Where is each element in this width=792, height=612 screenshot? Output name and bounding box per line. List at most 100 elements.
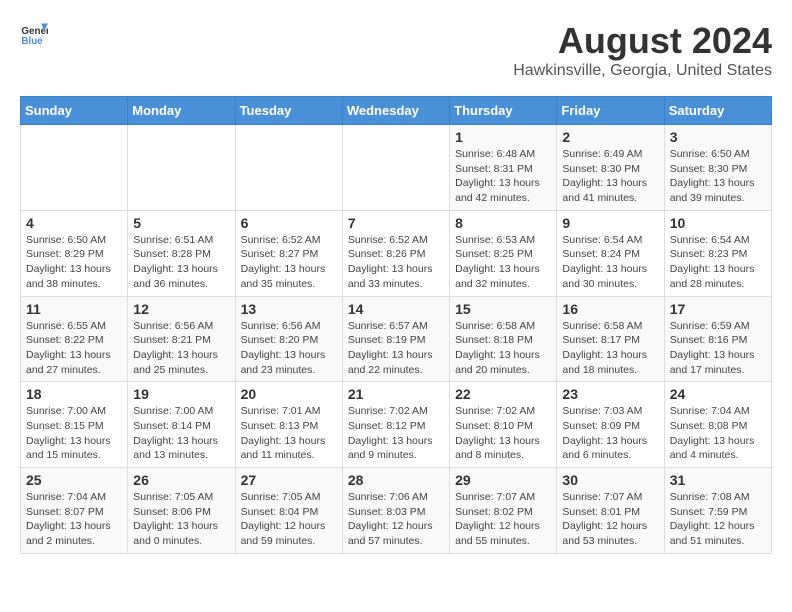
- cell-info: Sunrise: 7:03 AM Sunset: 8:09 PM Dayligh…: [562, 404, 658, 463]
- calendar-row-5: 25 Sunrise: 7:04 AM Sunset: 8:07 PM Dayli…: [21, 468, 772, 554]
- calendar-cell: 2Sunrise: 6:49 AM Sunset: 8:30 PM Daylig…: [557, 125, 664, 211]
- calendar-cell: 1 Sunrise: 6:48 AM Sunset: 8:31 PM Daylig…: [450, 125, 557, 211]
- page-header: General Blue August 2024 Hawkinsville, G…: [20, 20, 772, 80]
- title-area: August 2024 Hawkinsville, Georgia, Unite…: [513, 20, 772, 80]
- cell-date-number: 14: [348, 301, 444, 317]
- cell-date-number: 1: [455, 129, 551, 145]
- header-sunday: Sunday: [21, 97, 128, 125]
- cell-info: Sunrise: 7:05 AM Sunset: 8:06 PM Dayligh…: [133, 490, 229, 549]
- cell-date-number: 15: [455, 301, 551, 317]
- calendar-row-2: 4 Sunrise: 6:50 AM Sunset: 8:29 PM Daylig…: [21, 210, 772, 296]
- calendar-cell: 22 Sunrise: 7:02 AM Sunset: 8:10 PM Dayli…: [450, 382, 557, 468]
- calendar-cell: 3 Sunrise: 6:50 AM Sunset: 8:30 PM Daylig…: [664, 125, 771, 211]
- cell-date-number: 23: [562, 386, 658, 402]
- cell-info: Sunrise: 6:54 AM Sunset: 8:23 PM Dayligh…: [670, 233, 766, 292]
- calendar-cell: 31Sunrise: 7:08 AM Sunset: 7:59 PM Dayli…: [664, 468, 771, 554]
- cell-date-number: 18: [26, 386, 122, 402]
- cell-info: Sunrise: 6:54 AM Sunset: 8:24 PM Dayligh…: [562, 233, 658, 292]
- header-wednesday: Wednesday: [342, 97, 449, 125]
- logo-icon: General Blue: [20, 20, 48, 48]
- cell-date-number: 22: [455, 386, 551, 402]
- cell-date-number: 3: [670, 129, 766, 145]
- cell-info: Sunrise: 6:50 AM Sunset: 8:30 PM Dayligh…: [670, 147, 766, 206]
- cell-date-number: 30: [562, 472, 658, 488]
- cell-date-number: 25: [26, 472, 122, 488]
- cell-info: Sunrise: 7:01 AM Sunset: 8:13 PM Dayligh…: [241, 404, 337, 463]
- cell-date-number: 7: [348, 215, 444, 231]
- page-subtitle: Hawkinsville, Georgia, United States: [513, 62, 772, 80]
- cell-date-number: 8: [455, 215, 551, 231]
- calendar-row-3: 11Sunrise: 6:55 AM Sunset: 8:22 PM Dayli…: [21, 296, 772, 382]
- cell-date-number: 20: [241, 386, 337, 402]
- cell-date-number: 16: [562, 301, 658, 317]
- cell-info: Sunrise: 6:48 AM Sunset: 8:31 PM Dayligh…: [455, 147, 551, 206]
- cell-info: Sunrise: 7:05 AM Sunset: 8:04 PM Dayligh…: [241, 490, 337, 549]
- calendar-cell: [128, 125, 235, 211]
- cell-info: Sunrise: 6:56 AM Sunset: 8:20 PM Dayligh…: [241, 319, 337, 378]
- header-thursday: Thursday: [450, 97, 557, 125]
- cell-info: Sunrise: 7:04 AM Sunset: 8:08 PM Dayligh…: [670, 404, 766, 463]
- calendar-cell: 6Sunrise: 6:52 AM Sunset: 8:27 PM Daylig…: [235, 210, 342, 296]
- cell-date-number: 29: [455, 472, 551, 488]
- calendar-cell: 21 Sunrise: 7:02 AM Sunset: 8:12 PM Dayli…: [342, 382, 449, 468]
- header-saturday: Saturday: [664, 97, 771, 125]
- cell-info: Sunrise: 6:52 AM Sunset: 8:26 PM Dayligh…: [348, 233, 444, 292]
- calendar-cell: 11Sunrise: 6:55 AM Sunset: 8:22 PM Dayli…: [21, 296, 128, 382]
- calendar-cell: 16 Sunrise: 6:58 AM Sunset: 8:17 PM Dayli…: [557, 296, 664, 382]
- calendar-cell: 7 Sunrise: 6:52 AM Sunset: 8:26 PM Daylig…: [342, 210, 449, 296]
- cell-info: Sunrise: 7:07 AM Sunset: 8:02 PM Dayligh…: [455, 490, 551, 549]
- calendar-cell: 5Sunrise: 6:51 AM Sunset: 8:28 PM Daylig…: [128, 210, 235, 296]
- svg-text:Blue: Blue: [21, 36, 43, 47]
- cell-info: Sunrise: 7:02 AM Sunset: 8:10 PM Dayligh…: [455, 404, 551, 463]
- calendar-cell: 26 Sunrise: 7:05 AM Sunset: 8:06 PM Dayli…: [128, 468, 235, 554]
- calendar-cell: 28 Sunrise: 7:06 AM Sunset: 8:03 PM Dayli…: [342, 468, 449, 554]
- cell-info: Sunrise: 6:58 AM Sunset: 8:17 PM Dayligh…: [562, 319, 658, 378]
- cell-date-number: 12: [133, 301, 229, 317]
- calendar-cell: [21, 125, 128, 211]
- cell-info: Sunrise: 6:53 AM Sunset: 8:25 PM Dayligh…: [455, 233, 551, 292]
- cell-info: Sunrise: 7:00 AM Sunset: 8:15 PM Dayligh…: [26, 404, 122, 463]
- cell-date-number: 4: [26, 215, 122, 231]
- cell-date-number: 13: [241, 301, 337, 317]
- calendar-cell: 30Sunrise: 7:07 AM Sunset: 8:01 PM Dayli…: [557, 468, 664, 554]
- cell-date-number: 19: [133, 386, 229, 402]
- cell-info: Sunrise: 7:04 AM Sunset: 8:07 PM Dayligh…: [26, 490, 122, 549]
- cell-info: Sunrise: 6:50 AM Sunset: 8:29 PM Dayligh…: [26, 233, 122, 292]
- cell-date-number: 27: [241, 472, 337, 488]
- calendar-cell: 13 Sunrise: 6:56 AM Sunset: 8:20 PM Dayli…: [235, 296, 342, 382]
- cell-date-number: 17: [670, 301, 766, 317]
- cell-info: Sunrise: 7:06 AM Sunset: 8:03 PM Dayligh…: [348, 490, 444, 549]
- calendar-cell: 4 Sunrise: 6:50 AM Sunset: 8:29 PM Daylig…: [21, 210, 128, 296]
- calendar-cell: 18 Sunrise: 7:00 AM Sunset: 8:15 PM Dayli…: [21, 382, 128, 468]
- calendar-cell: 14Sunrise: 6:57 AM Sunset: 8:19 PM Dayli…: [342, 296, 449, 382]
- calendar-cell: 29 Sunrise: 7:07 AM Sunset: 8:02 PM Dayli…: [450, 468, 557, 554]
- cell-date-number: 9: [562, 215, 658, 231]
- calendar-cell: 10 Sunrise: 6:54 AM Sunset: 8:23 PM Dayli…: [664, 210, 771, 296]
- logo: General Blue: [20, 20, 48, 48]
- page-title: August 2024: [513, 20, 772, 62]
- cell-info: Sunrise: 7:08 AM Sunset: 7:59 PM Dayligh…: [670, 490, 766, 549]
- cell-date-number: 10: [670, 215, 766, 231]
- calendar-table: Sunday Monday Tuesday Wednesday Thursday…: [20, 96, 772, 554]
- cell-info: Sunrise: 6:49 AM Sunset: 8:30 PM Dayligh…: [562, 147, 658, 206]
- calendar-cell: 15 Sunrise: 6:58 AM Sunset: 8:18 PM Dayli…: [450, 296, 557, 382]
- calendar-cell: [342, 125, 449, 211]
- calendar-cell: 9 Sunrise: 6:54 AM Sunset: 8:24 PM Daylig…: [557, 210, 664, 296]
- cell-info: Sunrise: 6:58 AM Sunset: 8:18 PM Dayligh…: [455, 319, 551, 378]
- cell-date-number: 21: [348, 386, 444, 402]
- cell-info: Sunrise: 6:51 AM Sunset: 8:28 PM Dayligh…: [133, 233, 229, 292]
- cell-date-number: 11: [26, 301, 122, 317]
- cell-info: Sunrise: 7:00 AM Sunset: 8:14 PM Dayligh…: [133, 404, 229, 463]
- calendar-cell: 20 Sunrise: 7:01 AM Sunset: 8:13 PM Dayli…: [235, 382, 342, 468]
- header-friday: Friday: [557, 97, 664, 125]
- cell-info: Sunrise: 6:56 AM Sunset: 8:21 PM Dayligh…: [133, 319, 229, 378]
- calendar-cell: 8 Sunrise: 6:53 AM Sunset: 8:25 PM Daylig…: [450, 210, 557, 296]
- cell-info: Sunrise: 6:59 AM Sunset: 8:16 PM Dayligh…: [670, 319, 766, 378]
- calendar-cell: [235, 125, 342, 211]
- cell-date-number: 28: [348, 472, 444, 488]
- cell-date-number: 26: [133, 472, 229, 488]
- calendar-header-row: Sunday Monday Tuesday Wednesday Thursday…: [21, 97, 772, 125]
- cell-info: Sunrise: 7:02 AM Sunset: 8:12 PM Dayligh…: [348, 404, 444, 463]
- calendar-cell: 25 Sunrise: 7:04 AM Sunset: 8:07 PM Dayli…: [21, 468, 128, 554]
- cell-date-number: 24: [670, 386, 766, 402]
